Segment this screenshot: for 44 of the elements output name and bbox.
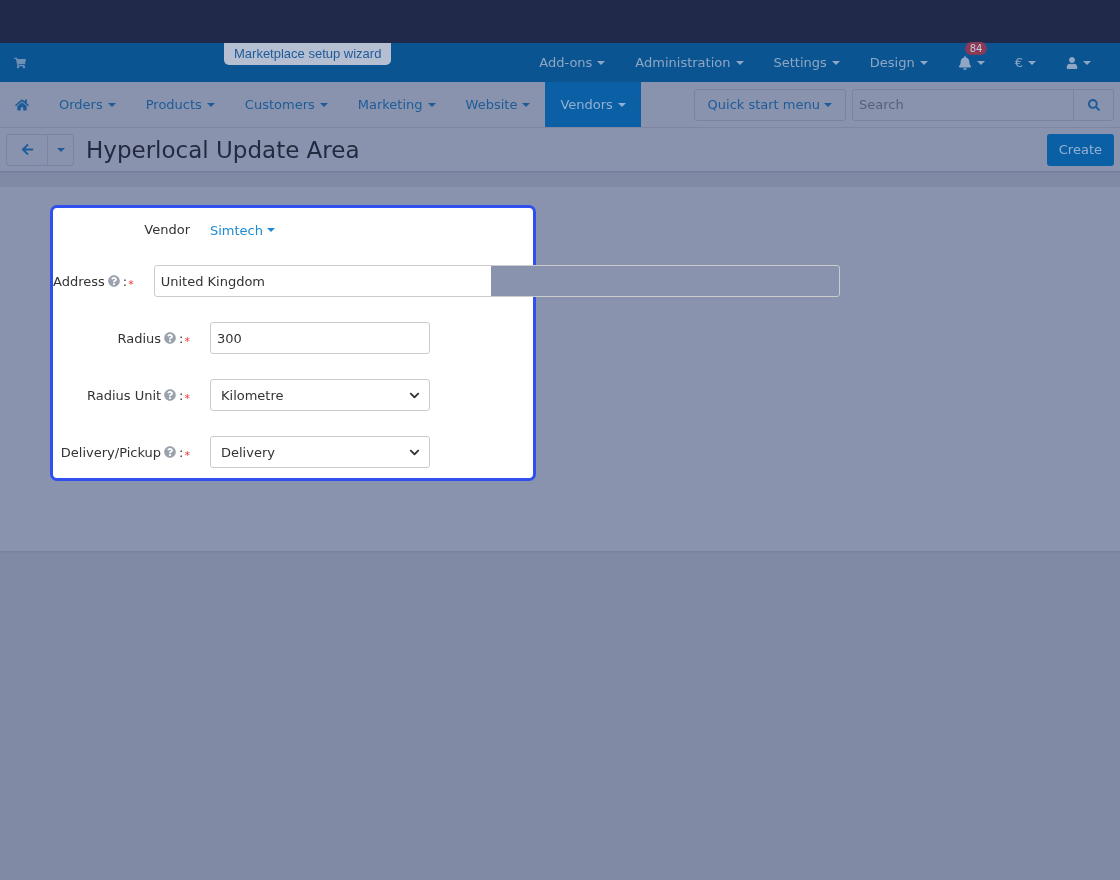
nav-tab[interactable]: Orders	[44, 82, 131, 127]
help-icon[interactable]	[164, 389, 177, 401]
field-label: Address	[53, 273, 105, 289]
wizard-button[interactable]: Marketplace setup wizard	[224, 43, 392, 65]
colon: :	[179, 387, 184, 403]
field-label: Delivery/Pickup	[60, 444, 162, 460]
search-icon	[1087, 98, 1100, 111]
field-label: Vendor	[144, 221, 190, 237]
search-button[interactable]	[1074, 88, 1114, 121]
text-field[interactable]: 300	[210, 322, 430, 354]
arrow-left-icon	[20, 143, 34, 156]
nav-tab[interactable]: Products	[130, 82, 230, 127]
required-asterisk: *	[184, 334, 190, 348]
top-menu-item[interactable]: Design	[854, 55, 943, 70]
vendor-link[interactable]: Simtech	[210, 222, 275, 238]
colon: :	[179, 444, 184, 460]
required-asterisk: *	[128, 277, 134, 291]
quick-start-menu-button[interactable]: Quick start menu	[693, 88, 846, 121]
select-dropdown[interactable]: Delivery	[210, 436, 430, 468]
page-title: Hyperlocal Update Area	[86, 136, 361, 163]
nav-tab[interactable]: Website	[450, 82, 546, 127]
create-button[interactable]: Create	[1046, 133, 1114, 166]
help-icon[interactable]	[164, 332, 177, 344]
field-label: Radius Unit	[86, 387, 162, 403]
required-asterisk: *	[184, 448, 190, 462]
colon: :	[179, 330, 184, 346]
bell-icon	[957, 55, 972, 70]
nav-tab[interactable]: Customers	[229, 82, 343, 127]
top-menu-item[interactable]: Administration	[620, 55, 759, 70]
nav-tab[interactable]: Vendors	[545, 82, 641, 127]
select-dropdown[interactable]: Kilometre	[210, 379, 430, 411]
home-icon	[15, 97, 29, 112]
field-label: Radius	[117, 330, 162, 346]
help-icon[interactable]	[164, 446, 177, 458]
top-menu-item[interactable]: Add-ons	[524, 55, 621, 70]
user-icon	[1066, 56, 1078, 69]
top-menu-item[interactable]: Settings	[758, 55, 855, 70]
required-asterisk: *	[184, 391, 190, 405]
colon: :	[122, 273, 128, 289]
help-icon[interactable]	[107, 275, 120, 287]
nav-tab[interactable]: Marketing	[342, 82, 451, 127]
cart-icon[interactable]	[14, 56, 26, 69]
currency-menu[interactable]: €	[999, 55, 1051, 70]
text-field[interactable]: United Kingdom	[153, 265, 840, 297]
